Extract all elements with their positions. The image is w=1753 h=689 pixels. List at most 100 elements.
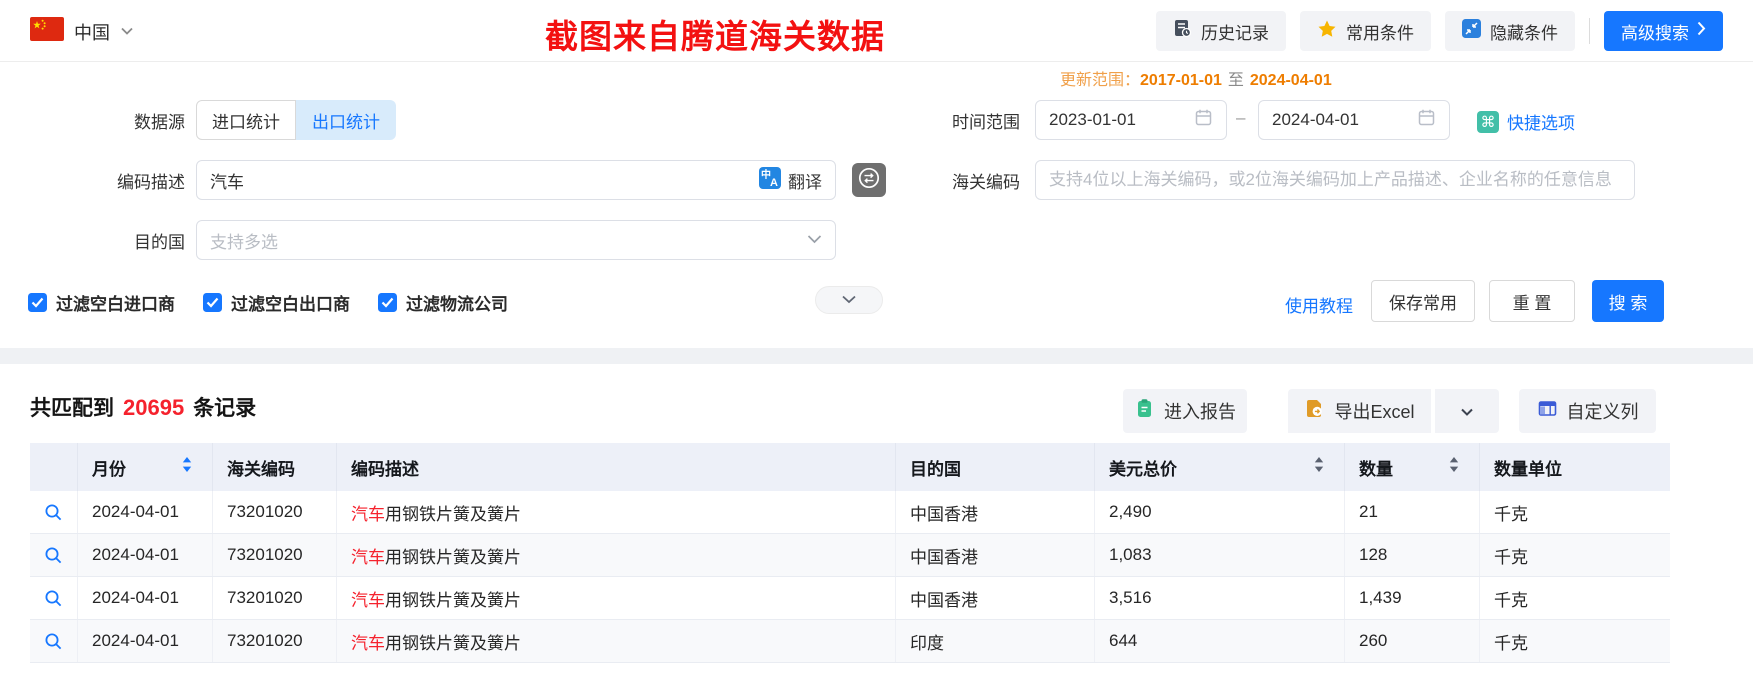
checkbox-checked-icon	[203, 293, 222, 312]
summary-suffix: 条记录	[193, 397, 257, 420]
watermark-banner: 截图来自腾道海关数据	[545, 20, 885, 56]
dest-country-select[interactable]: 支持多选	[196, 220, 836, 260]
chevron-down-icon	[1460, 401, 1474, 422]
hide-conditions-label: 隐藏条件	[1490, 23, 1558, 43]
hs-code-field	[1035, 160, 1635, 200]
chevron-right-icon	[1697, 21, 1706, 41]
cell-qty: 260	[1345, 620, 1480, 662]
desc-highlight: 汽车	[351, 504, 385, 524]
custom-columns-label: 自定义列	[1566, 402, 1639, 422]
row-detail-button[interactable]	[30, 534, 78, 576]
custom-columns-button[interactable]: 自定义列	[1519, 389, 1656, 433]
cell-desc: 汽车 用钢铁片簧及簧片	[337, 534, 896, 576]
country-selector[interactable]: 中国	[30, 17, 134, 46]
sort-icon[interactable]	[182, 456, 192, 478]
reset-button[interactable]: 重 置	[1489, 280, 1575, 322]
dest-country-label: 目的国	[134, 233, 185, 252]
export-excel-button[interactable]: 导出Excel	[1288, 389, 1431, 433]
cell-usd: 644	[1095, 620, 1345, 662]
update-range-to: 2024-04-01	[1249, 72, 1332, 89]
cell-qty: 1,439	[1345, 577, 1480, 619]
header-search-column	[30, 443, 78, 491]
date-range-separator: –	[1236, 108, 1246, 127]
header-quantity[interactable]: 数量	[1345, 443, 1480, 491]
cell-month: 2024-04-01	[78, 491, 213, 533]
export-options-dropdown[interactable]	[1433, 389, 1499, 433]
sort-icon[interactable]	[1449, 456, 1459, 478]
cell-month: 2024-04-01	[78, 577, 213, 619]
hide-conditions-button[interactable]: 隐藏条件	[1445, 11, 1575, 51]
checkbox-checked-icon	[378, 293, 397, 312]
chevron-down-icon	[807, 231, 822, 249]
header-month[interactable]: 月份	[78, 443, 213, 491]
row-detail-button[interactable]	[30, 491, 78, 533]
header-dest-country: 目的国	[896, 443, 1095, 491]
cell-qty: 128	[1345, 534, 1480, 576]
cell-unit: 千克	[1494, 633, 1528, 653]
code-desc-input[interactable]	[210, 170, 759, 190]
filter-checkboxes: 过滤空白进口商 过滤空白出口商 过滤物流公司	[28, 290, 508, 315]
header-qty-label: 数量	[1359, 459, 1393, 479]
tutorial-link[interactable]: 使用教程	[1285, 292, 1353, 317]
results-count: 20695	[123, 395, 185, 420]
data-source-tabs: 进口统计 出口统计	[196, 100, 396, 140]
table-header-row: 月份 海关编码 编码描述 目的国 美元总价 数量 数量单位	[30, 443, 1670, 491]
tab-export-stats[interactable]: 出口统计	[296, 100, 396, 140]
cell-country: 中国香港	[896, 491, 1095, 533]
filter-label: 过滤空白进口商	[56, 295, 175, 314]
cell-hs-code: 73201020	[213, 491, 337, 533]
chevron-down-icon	[120, 23, 134, 41]
excel-export-icon	[1304, 398, 1325, 424]
cell-hs-code: 73201020	[213, 534, 337, 576]
data-source-label: 数据源	[134, 113, 185, 132]
enter-report-button[interactable]: 进入报告	[1123, 389, 1247, 433]
header-usd-total[interactable]: 美元总价	[1095, 443, 1345, 491]
filter-blank-importer[interactable]: 过滤空白进口商	[28, 290, 175, 315]
quick-options-link[interactable]: ⌘ 快捷选项	[1477, 109, 1575, 134]
header-month-label: 月份	[92, 459, 126, 479]
date-start-value: 2023-01-01	[1049, 110, 1136, 129]
header-code-desc: 编码描述	[337, 443, 896, 491]
cell-unit: 千克	[1494, 504, 1528, 524]
results-summary: 共匹配到 20695 条记录	[30, 392, 256, 422]
expand-conditions-button[interactable]	[815, 286, 883, 314]
translate-icon: 中A	[759, 166, 781, 194]
synonym-exchange-button[interactable]	[852, 163, 886, 197]
row-detail-button[interactable]	[30, 620, 78, 662]
cell-qty: 21	[1345, 491, 1480, 533]
code-desc-label: 编码描述	[117, 173, 185, 192]
dest-country-placeholder: 支持多选	[210, 232, 278, 252]
filter-logistics[interactable]: 过滤物流公司	[378, 290, 508, 315]
hs-code-label: 海关编码	[952, 173, 1020, 192]
search-button[interactable]: 搜 索	[1592, 280, 1664, 322]
favorites-button[interactable]: 常用条件	[1300, 11, 1431, 51]
translate-button[interactable]: 中A 翻译	[759, 166, 822, 194]
svg-text:A: A	[770, 177, 778, 189]
results-section: 共匹配到 20695 条记录 进入报告 导出Excel 自定义列 月份 海关编码…	[0, 364, 1753, 689]
hs-code-input[interactable]	[1049, 170, 1621, 190]
tab-import-stats[interactable]: 进口统计	[196, 100, 296, 140]
row-detail-button[interactable]	[30, 577, 78, 619]
cell-desc: 汽车 用钢铁片簧及簧片	[337, 577, 896, 619]
history-button[interactable]: 历史记录	[1156, 11, 1286, 51]
desc-rest: 用钢铁片簧及簧片	[385, 633, 521, 653]
sort-icon[interactable]	[1314, 456, 1324, 478]
columns-grid-icon	[1537, 398, 1558, 424]
star-icon	[1317, 19, 1337, 44]
chevron-down-icon	[841, 291, 857, 309]
code-desc-field: 中A 翻译	[196, 160, 836, 200]
date-start-input[interactable]: 2023-01-01	[1035, 100, 1227, 140]
desc-rest: 用钢铁片簧及簧片	[385, 547, 521, 567]
date-end-input[interactable]: 2024-04-01	[1258, 100, 1450, 140]
advanced-search-button[interactable]: 高级搜索	[1604, 11, 1723, 51]
desc-highlight: 汽车	[351, 633, 385, 653]
exchange-icon	[857, 166, 881, 195]
table-row: 2024-04-01 73201020 汽车 用钢铁片簧及簧片 中国香港 2,49…	[30, 491, 1670, 534]
save-conditions-button[interactable]: 保存常用	[1371, 280, 1475, 322]
filter-blank-exporter[interactable]: 过滤空白出口商	[203, 290, 350, 315]
cell-country: 中国香港	[896, 534, 1095, 576]
topbar-actions: 历史记录 常用条件 隐藏条件 高级搜索	[1156, 11, 1723, 51]
header-hs-code: 海关编码	[213, 443, 337, 491]
magnifier-icon	[45, 547, 62, 563]
checkbox-checked-icon	[28, 293, 47, 312]
